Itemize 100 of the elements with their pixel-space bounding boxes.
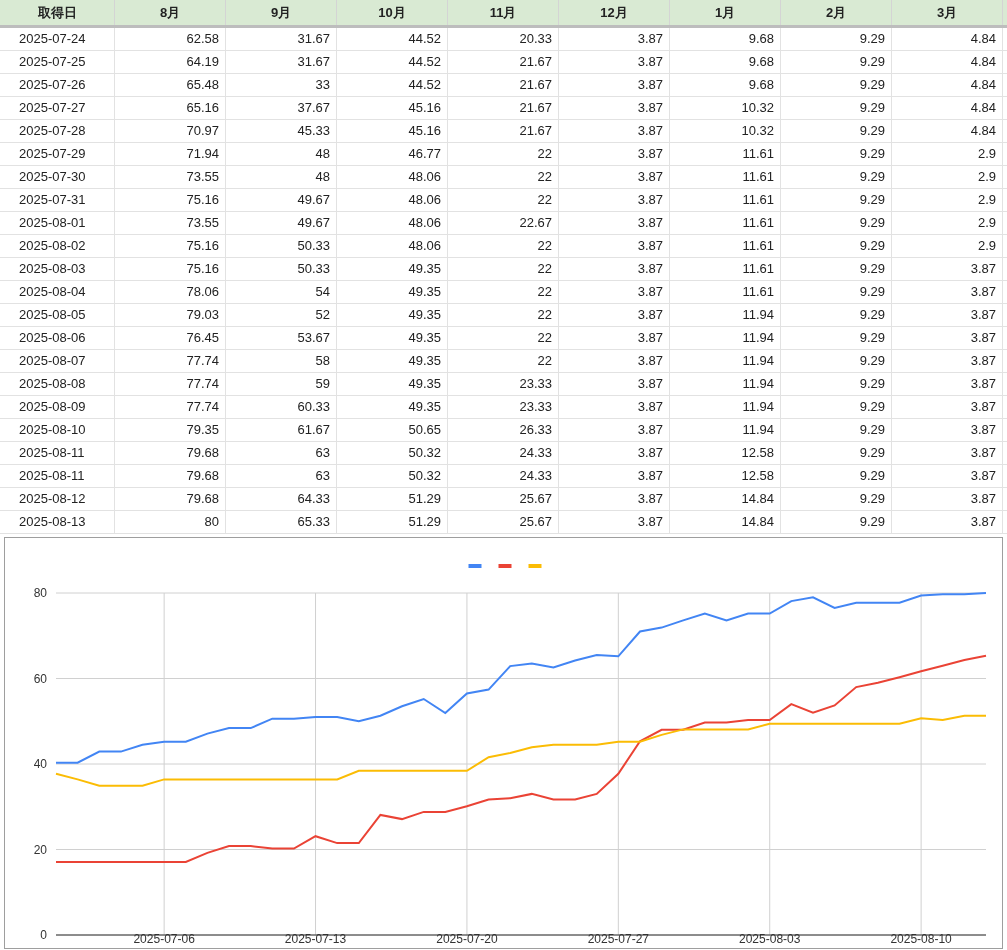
- table-cell: 3.87: [559, 166, 670, 188]
- table-cell: 48: [226, 143, 337, 165]
- table-cell: 3.87: [559, 97, 670, 119]
- axis-label: 80: [33, 586, 47, 600]
- table-cell: 77.74: [115, 350, 226, 372]
- table-cell: 3.87: [892, 350, 1003, 372]
- table-cell: 2.9: [892, 235, 1003, 257]
- table-cell: 4.84: [892, 51, 1003, 73]
- table-cell: 61.67: [226, 419, 337, 441]
- table-cell: 63: [226, 442, 337, 464]
- table-cell: 65.48: [115, 74, 226, 96]
- table-cell: 45.16: [337, 97, 448, 119]
- table-cell: 48: [226, 166, 337, 188]
- table-cell: 11.61: [670, 258, 781, 280]
- table-cell: 9.29: [781, 304, 892, 326]
- table-cell: 12.58: [670, 465, 781, 487]
- table-cell: 11.61: [670, 143, 781, 165]
- table-cell: 11.61: [670, 166, 781, 188]
- table-cell: 26.33: [448, 419, 559, 441]
- table-cell: 3.87: [559, 143, 670, 165]
- table-cell: 62.58: [115, 28, 226, 50]
- column-header: 3月: [892, 0, 1003, 25]
- table-cell: 9.29: [781, 442, 892, 464]
- table-cell: 11.94: [670, 373, 781, 395]
- table-cell: 21.67: [448, 51, 559, 73]
- table-cell: 2025-07-27: [0, 97, 115, 119]
- table-cell: 78.06: [115, 281, 226, 303]
- table-cell: 2025-08-02: [0, 235, 115, 257]
- table-cell: 10.32: [670, 120, 781, 142]
- table-cell: 22: [448, 166, 559, 188]
- table-cell: 49.67: [226, 212, 337, 234]
- table-cell: 79.68: [115, 465, 226, 487]
- table-cell: 54: [226, 281, 337, 303]
- table-cell: 2025-07-24: [0, 28, 115, 50]
- table-cell: 14.84: [670, 511, 781, 533]
- table-cell: 4.84: [892, 120, 1003, 142]
- table-cell: 2025-08-08: [0, 373, 115, 395]
- table-cell: 52: [226, 304, 337, 326]
- table-cell: 79.68: [115, 442, 226, 464]
- table-cell: 3.87: [892, 511, 1003, 533]
- table-cell: 64.19: [115, 51, 226, 73]
- table-cell: 59: [226, 373, 337, 395]
- table-cell: 9.29: [781, 511, 892, 533]
- table-cell: 77.74: [115, 396, 226, 418]
- table-cell: 44.52: [337, 28, 448, 50]
- table-cell: 9.29: [781, 212, 892, 234]
- table-cell: 49.35: [337, 327, 448, 349]
- table-cell: 37.67: [226, 97, 337, 119]
- table-cell: 3.87: [892, 396, 1003, 418]
- column-header: 10月: [337, 0, 448, 25]
- table-cell: 22: [448, 235, 559, 257]
- table-cell: 3.87: [892, 465, 1003, 487]
- table-cell: 9.29: [781, 189, 892, 211]
- column-header: 11月: [448, 0, 559, 25]
- table-cell: 73.55: [115, 166, 226, 188]
- table-cell: 44.52: [337, 51, 448, 73]
- table-cell: 50.33: [226, 258, 337, 280]
- table-cell: 9.29: [781, 419, 892, 441]
- column-header: 8月: [115, 0, 226, 25]
- table-cell: 22.67: [448, 212, 559, 234]
- table-cell: 51.29: [337, 488, 448, 510]
- table-cell: 3.87: [892, 419, 1003, 441]
- table-cell: 2025-07-28: [0, 120, 115, 142]
- table-cell: 21.67: [448, 120, 559, 142]
- table-cell: 71.94: [115, 143, 226, 165]
- table-cell: 9.29: [781, 327, 892, 349]
- table-cell: 22: [448, 304, 559, 326]
- table-cell: 49.67: [226, 189, 337, 211]
- table-cell: 11.61: [670, 189, 781, 211]
- axis-label: 2025-07-06: [133, 932, 195, 946]
- table-cell: 9.29: [781, 51, 892, 73]
- table-cell: 2025-08-11: [0, 442, 115, 464]
- table-cell: 3.87: [559, 488, 670, 510]
- table-cell: 25.67: [448, 511, 559, 533]
- table-cell: 46.77: [337, 143, 448, 165]
- table-cell: 45.33: [226, 120, 337, 142]
- axis-label: 2025-08-10: [890, 932, 952, 946]
- table-cell: 11.61: [670, 281, 781, 303]
- table-cell: 9.29: [781, 97, 892, 119]
- table-cell: 50.33: [226, 235, 337, 257]
- table-cell: 3.87: [892, 258, 1003, 280]
- table-cell: 3.87: [892, 327, 1003, 349]
- table-cell: 51.29: [337, 511, 448, 533]
- axis-label: 40: [33, 757, 47, 771]
- table-cell: 31.67: [226, 28, 337, 50]
- axis-label: 2025-08-03: [739, 932, 801, 946]
- table-cell: 9.29: [781, 143, 892, 165]
- column-header: 12月: [559, 0, 670, 25]
- table-cell: 22: [448, 281, 559, 303]
- table-cell: 60.33: [226, 396, 337, 418]
- table-cell: 53.67: [226, 327, 337, 349]
- table-cell: 3.87: [559, 327, 670, 349]
- table-cell: 3.87: [559, 235, 670, 257]
- table-cell: 3.87: [559, 396, 670, 418]
- table-cell: 9.29: [781, 281, 892, 303]
- axis-label: 2025-07-20: [436, 932, 498, 946]
- table-cell: 49.35: [337, 350, 448, 372]
- table-cell: 11.94: [670, 327, 781, 349]
- table-cell: 3.87: [892, 488, 1003, 510]
- axis-label: 2025-07-13: [284, 932, 347, 946]
